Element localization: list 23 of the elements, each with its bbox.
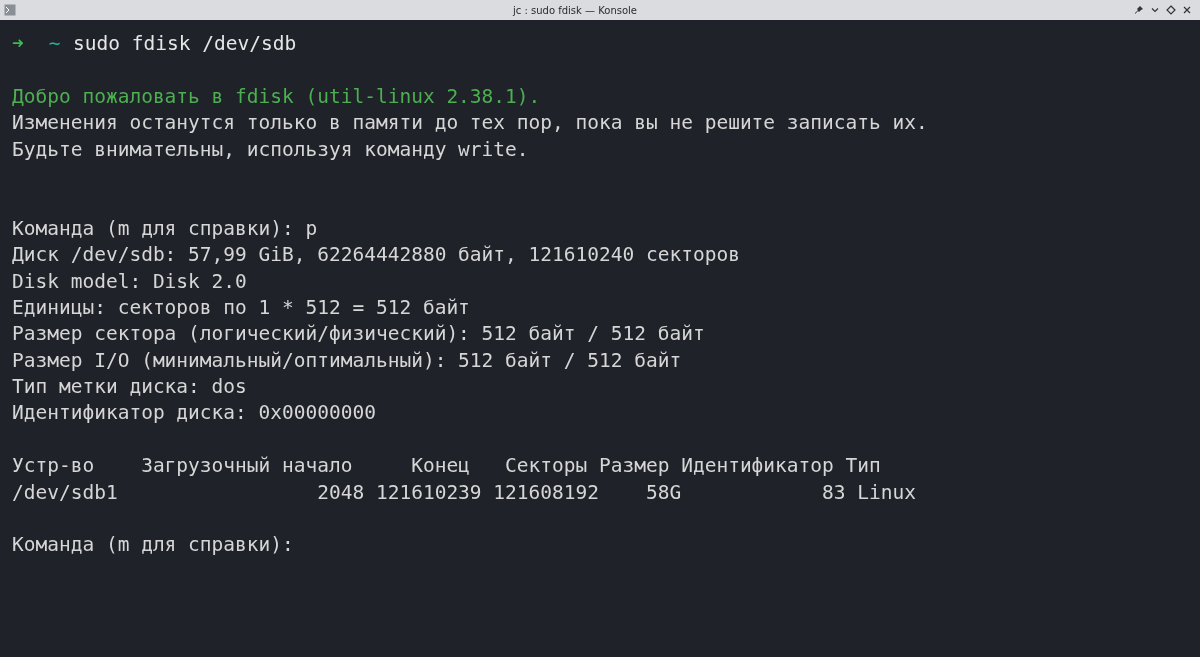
- output-line: Идентификатор диска: 0x00000000: [12, 400, 376, 427]
- output-line: Единицы: секторов по 1 * 512 = 512 байт: [12, 294, 470, 321]
- prompt-directory: ~: [48, 31, 61, 57]
- output-line: Команда (m для справки): p: [12, 215, 318, 242]
- output-line: Будьте внимательны, используя команду write.: [12, 136, 529, 163]
- output-line: Устр-во Загрузочный начало Конец Секторы Размер Идентификатор Тип: [12, 453, 881, 480]
- output-line: Размер сектора (логический/физический): 512 байт / 512 байт: [12, 321, 705, 348]
- output-line: Диск /dev/sdb: 57,99 GiB, 62264442880 байт, 121610240 секторов: [12, 242, 740, 269]
- prompt-arrow: ➜: [12, 31, 24, 57]
- pin-icon[interactable]: [1134, 5, 1144, 15]
- chevron-down-icon[interactable]: [1150, 5, 1160, 15]
- output-line: /dev/sdb1 2048 121610239 121608192 58G 83 Linux: [12, 479, 916, 506]
- output-line: Тип метки диска: dos: [12, 374, 247, 401]
- output-line: Добро пожаловать в fdisk (util-linux 2.38.1).: [12, 83, 541, 110]
- maximize-icon[interactable]: [1166, 5, 1176, 15]
- output-line: Изменения останутся только в памяти до тех пор, пока вы не решите записать их.: [12, 110, 928, 137]
- window-title: jc : sudo fdisk — Konsole: [512, 3, 638, 18]
- command-text: sudo fdisk /dev/sdb: [73, 31, 297, 57]
- output-line: Размер I/O (минимальный/оптимальный): 512 байт / 512 байт: [12, 347, 682, 374]
- terminal-icon: [4, 4, 16, 16]
- output-line: Disk model: Disk 2.0: [12, 268, 247, 295]
- output-line: Команда (m для справки):: [12, 532, 294, 559]
- close-icon[interactable]: [1182, 5, 1192, 15]
